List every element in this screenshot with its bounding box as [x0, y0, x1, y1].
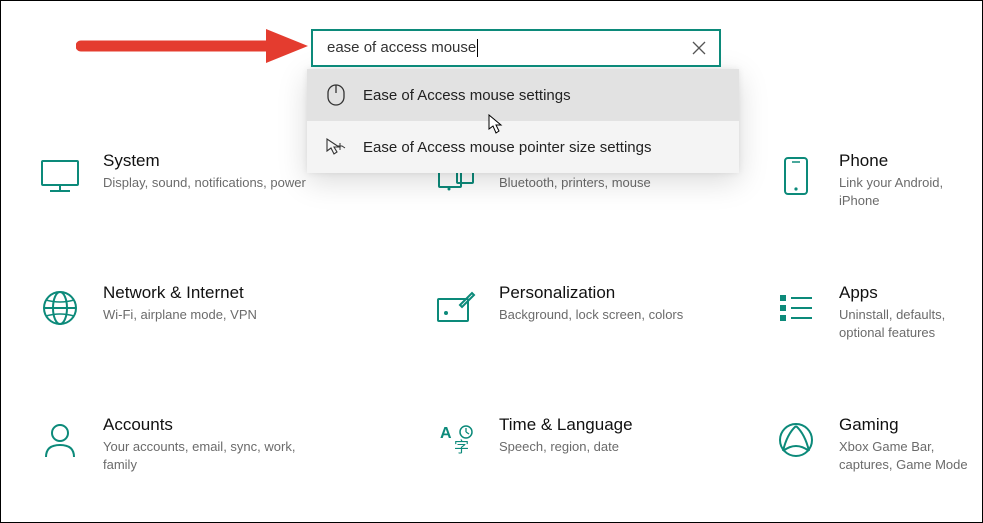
globe-icon — [39, 287, 81, 329]
suggestion-label: Ease of Access mouse pointer size settin… — [363, 139, 651, 156]
tile-title: Apps — [839, 283, 982, 303]
search-container: ease of access mouse — [311, 29, 721, 67]
tile-title: Gaming — [839, 415, 982, 435]
svg-text:A: A — [440, 425, 452, 442]
search-input[interactable]: ease of access mouse — [327, 39, 689, 57]
tile-title: Personalization — [499, 283, 683, 303]
gaming-icon — [775, 419, 817, 461]
tile-personalization[interactable]: Personalization Background, lock screen,… — [379, 283, 719, 341]
tile-title: System — [103, 151, 306, 171]
time-language-icon: A字 — [435, 419, 477, 461]
settings-grid: System Display, sound, notifications, po… — [39, 151, 982, 473]
svg-text:字: 字 — [454, 439, 469, 456]
tile-time-language[interactable]: A字 Time & Language Speech, region, date — [379, 415, 719, 473]
tile-desc: Speech, region, date — [499, 438, 633, 456]
tile-title: Network & Internet — [103, 283, 257, 303]
suggestion-ease-of-access-mouse-pointer-size[interactable]: Ease of Access mouse pointer size settin… — [307, 121, 739, 173]
tile-apps[interactable]: Apps Uninstall, defaults, optional featu… — [719, 283, 982, 341]
personalization-icon — [435, 287, 477, 329]
tile-desc: Your accounts, email, sync, work, family — [103, 438, 313, 473]
tile-desc: Background, lock screen, colors — [499, 306, 683, 324]
phone-icon — [775, 155, 817, 197]
system-icon — [39, 155, 81, 197]
suggestion-label: Ease of Access mouse settings — [363, 87, 571, 104]
tile-title: Phone — [839, 151, 982, 171]
accounts-icon — [39, 419, 81, 461]
tile-title: Time & Language — [499, 415, 633, 435]
close-icon — [692, 41, 706, 55]
annotation-arrow — [76, 21, 312, 76]
tile-desc: Bluetooth, printers, mouse — [499, 174, 651, 192]
tile-phone[interactable]: Phone Link your Android, iPhone — [719, 151, 982, 209]
tile-desc: Uninstall, defaults, optional features — [839, 306, 982, 341]
mouse-cursor-indicator — [488, 114, 504, 139]
tile-accounts[interactable]: Accounts Your accounts, email, sync, wor… — [39, 415, 379, 473]
tile-network[interactable]: Network & Internet Wi-Fi, airplane mode,… — [39, 283, 379, 341]
search-box[interactable]: ease of access mouse — [311, 29, 721, 67]
tile-gaming[interactable]: Gaming Xbox Game Bar, captures, Game Mod… — [719, 415, 982, 473]
clear-search-button[interactable] — [689, 38, 709, 58]
suggestion-ease-of-access-mouse-settings[interactable]: Ease of Access mouse settings — [307, 69, 739, 121]
tile-desc: Xbox Game Bar, captures, Game Mode — [839, 438, 982, 473]
apps-icon — [775, 287, 817, 329]
search-suggestions-dropdown: Ease of Access mouse settings Ease of Ac… — [307, 69, 739, 173]
tile-desc: Link your Android, iPhone — [839, 174, 982, 209]
mouse-icon — [325, 84, 347, 106]
tile-title: Accounts — [103, 415, 313, 435]
pointer-size-icon — [325, 136, 347, 158]
tile-desc: Wi-Fi, airplane mode, VPN — [103, 306, 257, 324]
tile-desc: Display, sound, notifications, power — [103, 174, 306, 192]
